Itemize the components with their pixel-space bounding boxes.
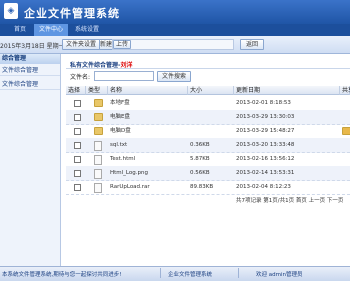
file-date: 2013-03-20 13:33:48 [236, 142, 295, 148]
column-select: 选择 [66, 86, 86, 95]
column-type: 类型 [86, 86, 108, 95]
file-date: 2013-02-16 13:56:12 [236, 156, 295, 162]
row-checkbox[interactable] [74, 156, 81, 163]
file-icon [94, 169, 102, 179]
file-icon [94, 155, 102, 165]
tab-system-settings[interactable]: 系统设置 [70, 24, 104, 36]
row-checkbox[interactable] [74, 100, 81, 107]
column-size: 大小 [188, 86, 234, 95]
sidebar-header: 综合管理 [0, 54, 60, 64]
tab-home[interactable]: 首页 [6, 24, 34, 36]
file-size: 0.36KB [190, 142, 210, 148]
row-checkbox[interactable] [74, 142, 81, 149]
file-name[interactable]: 电脑E盘 [110, 110, 130, 124]
filename-search-input[interactable] [94, 71, 154, 81]
table-row[interactable] [66, 96, 350, 111]
row-checkbox[interactable] [74, 128, 81, 135]
file-date: 2013-02-14 13:53:31 [236, 170, 295, 176]
row-checkbox[interactable] [74, 170, 81, 177]
file-size: 0.56KB [190, 170, 210, 176]
status-message: 本系统文件管理系统,期待与您一起探讨共同进步! [2, 272, 122, 278]
file-size: 5.87KB [190, 156, 210, 162]
column-shared: 共享 [340, 86, 350, 95]
app-logo-icon: ◈ [4, 3, 18, 19]
folder-icon [94, 99, 103, 107]
tab-file-center[interactable]: 文件中心 [34, 24, 68, 36]
file-search-button[interactable]: 文件搜索 [157, 71, 191, 82]
folder-settings-button[interactable]: 文件夹设置 [62, 39, 100, 50]
row-checkbox[interactable] [74, 184, 81, 191]
divider [66, 68, 350, 69]
file-icon [94, 183, 102, 193]
sidebar-item-file-management-2[interactable]: 文件综合管理 [0, 80, 60, 90]
file-icon [94, 141, 102, 151]
status-divider [160, 268, 161, 278]
row-checkbox[interactable] [74, 114, 81, 121]
sidebar-item-file-management[interactable]: 文件综合管理 [0, 66, 60, 76]
pagination[interactable]: 共7项记录 第1页/共1页 首页 上一页 下一页 [236, 196, 343, 204]
file-date: 2013-02-01 8:18:53 [236, 100, 291, 106]
file-name[interactable]: Test.html [110, 152, 135, 166]
table-row[interactable] [66, 110, 350, 125]
folder-icon [94, 113, 103, 121]
filename-label: 文件名: [70, 74, 91, 81]
file-name[interactable]: 电脑D盘 [110, 124, 131, 138]
column-updated: 更新日期 [234, 86, 340, 95]
back-button[interactable]: 返回 [240, 39, 264, 50]
new-button[interactable]: 新建 [99, 39, 113, 50]
app-title: 企业文件管理系统 [24, 7, 120, 20]
current-date: 2015年3月18日 星期一 [0, 43, 65, 50]
file-name[interactable]: 本地F盘 [110, 96, 130, 110]
file-name[interactable]: sql.txt [110, 138, 127, 152]
file-date: 2013-03-29 15:48:27 [236, 128, 295, 134]
file-name[interactable]: Html_Log.png [110, 166, 148, 180]
folder-icon [94, 127, 103, 135]
status-user: 欢迎 admin管理员 [256, 272, 303, 278]
file-date: 2013-02-04 8:12:23 [236, 184, 291, 190]
file-date: 2013-03-29 13:30:03 [236, 114, 295, 120]
status-app-name: 企业文件管理系统 [168, 272, 213, 278]
status-divider [238, 268, 239, 278]
column-name: 名称 [108, 86, 188, 95]
file-name[interactable]: RarUpLoad.rar [110, 180, 150, 194]
table-row[interactable] [66, 124, 350, 139]
file-size: 89.83KB [190, 184, 214, 190]
shared-folder-icon[interactable] [342, 127, 350, 135]
upload-button[interactable]: 上传 [113, 40, 131, 49]
